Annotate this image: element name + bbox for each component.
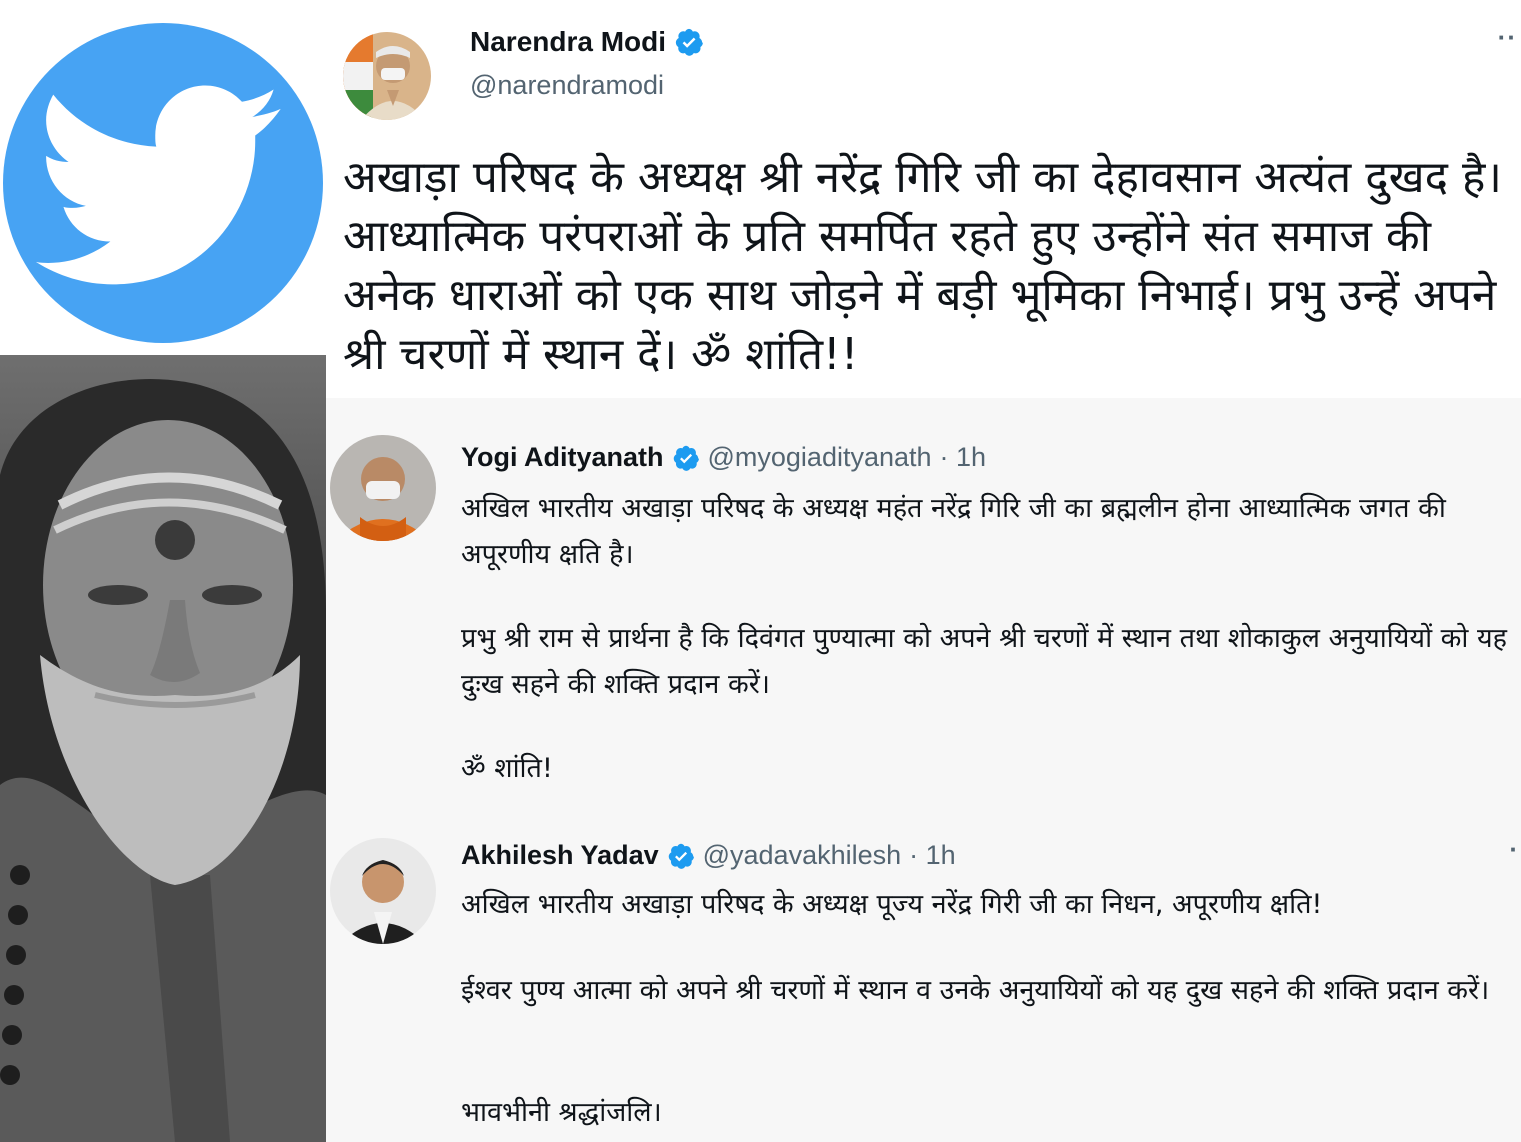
author-row: Akhilesh Yadav @yadavakhilesh · 1h — [461, 840, 956, 871]
portrait-illustration — [0, 379, 326, 1142]
tweet-akhilesh-yadav[interactable]: Akhilesh Yadav @yadavakhilesh · 1h · अखि… — [326, 820, 1521, 1142]
tweet-paragraph: ॐ शांति! — [461, 753, 553, 784]
author-row: Yogi Adityanath @myogiadityanath · 1h — [461, 442, 986, 473]
verified-badge-icon — [675, 28, 703, 56]
tweet-paragraph: प्रभु श्री राम से प्रार्थना है कि दिवंगत… — [461, 623, 1507, 700]
tweet-paragraph: अखिल भारतीय अखाड़ा परिषद के अध्यक्ष पूज्… — [461, 889, 1323, 920]
more-options-icon[interactable]: · — [1509, 834, 1519, 865]
twitter-logo-icon — [3, 23, 323, 343]
tweet-paragraph: अखिल भारतीय अखाड़ा परिषद के अध्यक्ष महंत… — [461, 493, 1446, 570]
avatar-image — [330, 838, 436, 944]
verified-badge-icon — [668, 843, 694, 869]
mahant-portrait-photo — [0, 355, 326, 1142]
author-handle[interactable]: @narendramodi — [470, 70, 664, 101]
tweet-paragraph: भावभीनी श्रद्धांजलि। — [461, 1097, 662, 1128]
avatar-image — [330, 435, 436, 541]
verified-badge-icon — [673, 445, 699, 471]
tweet-modi[interactable]: Narendra Modi @narendramodi ·· अखाड़ा पर… — [326, 0, 1521, 398]
author-name[interactable]: Akhilesh Yadav — [461, 840, 659, 871]
author-name[interactable]: Yogi Adityanath — [461, 442, 664, 473]
author-handle[interactable]: @yadavakhilesh — [703, 840, 902, 871]
avatar[interactable] — [330, 435, 436, 541]
tweet-yogi-adityanath[interactable]: Yogi Adityanath @myogiadityanath · 1h अख… — [326, 398, 1521, 820]
tweet-timestamp[interactable]: · 1h — [940, 442, 987, 473]
avatar-image — [343, 32, 431, 120]
author-row: Narendra Modi — [470, 26, 704, 58]
tweet-text: अखाड़ा परिषद के अध्यक्ष श्री नरेंद्र गिर… — [343, 152, 1502, 380]
author-handle[interactable]: @myogiadityanath — [708, 442, 932, 473]
avatar[interactable] — [343, 32, 431, 120]
tweet-paragraph: ईश्वर पुण्य आत्मा को अपने श्री चरणों में… — [461, 975, 1490, 1006]
author-name[interactable]: Narendra Modi — [470, 26, 666, 58]
more-options-icon[interactable]: ·· — [1498, 22, 1517, 53]
avatar[interactable] — [330, 838, 436, 944]
twitter-logo-panel — [0, 0, 326, 355]
tweet-timestamp[interactable]: · 1h — [909, 840, 956, 871]
